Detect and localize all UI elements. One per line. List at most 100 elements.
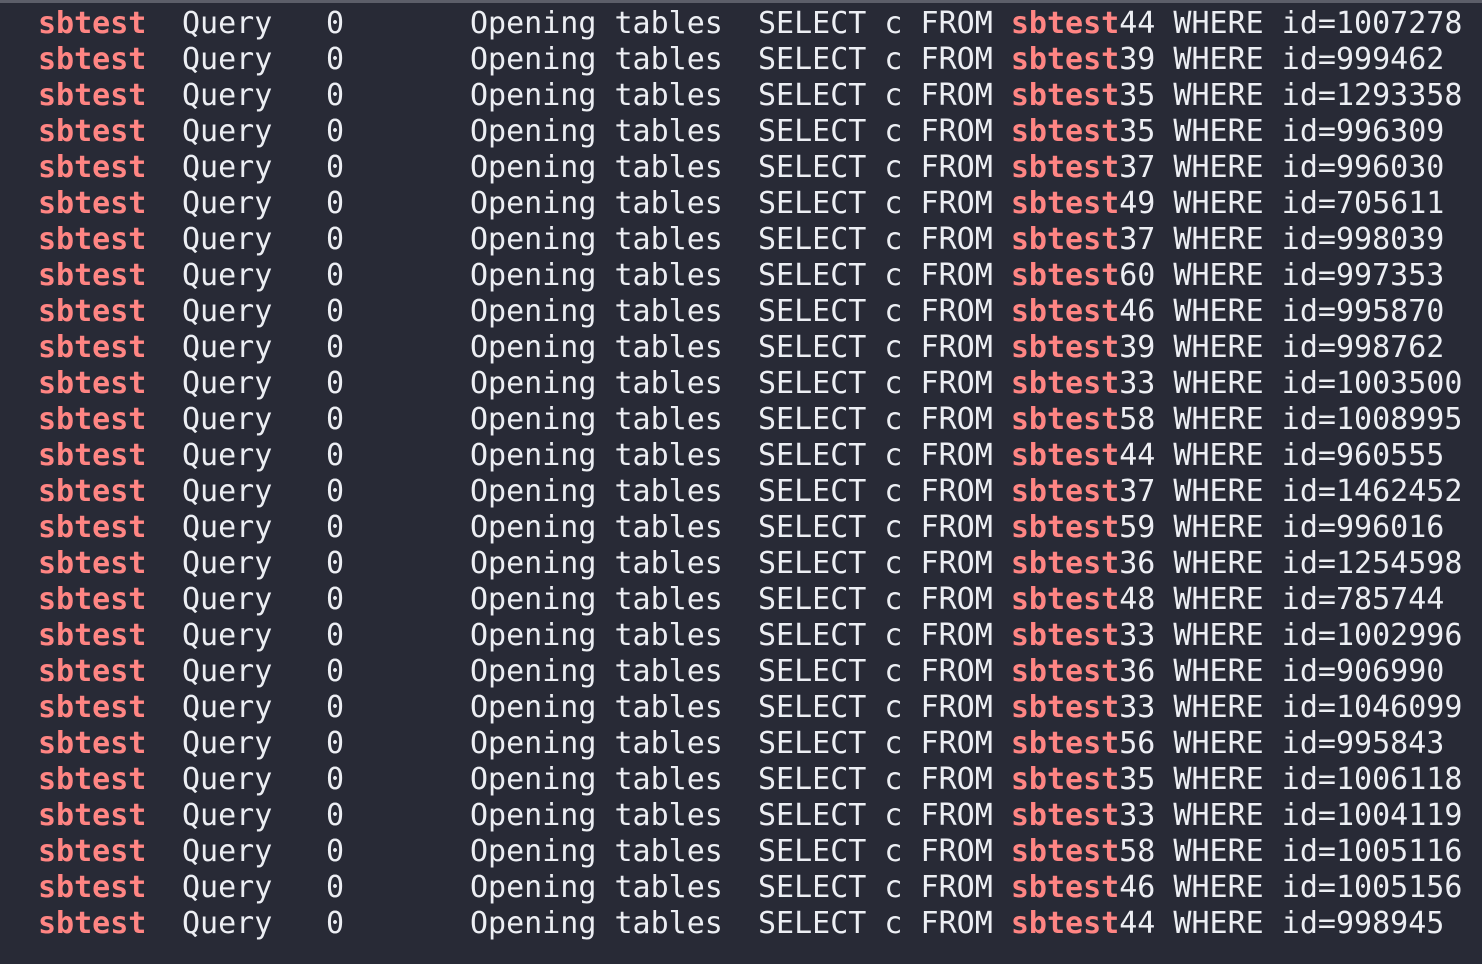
- process-row: sbtest Query 0 Opening tables SELECT c FROM …: [0, 510, 1482, 546]
- time-cell: 0: [326, 186, 345, 221]
- query-suffix: WHERE id=1005116: [1155, 834, 1463, 869]
- user-cell: sbtest: [38, 690, 147, 725]
- process-row: sbtest Query 0 Opening tables SELECT c FROM …: [0, 474, 1482, 510]
- time-cell: 0: [326, 438, 345, 473]
- process-row: sbtest Query 0 Opening tables SELECT c FROM …: [0, 654, 1482, 690]
- process-row: sbtest Query 0 Opening tables SELECT c FROM …: [0, 330, 1482, 366]
- user-cell: sbtest: [38, 726, 147, 761]
- user-cell: sbtest: [38, 78, 147, 113]
- query-info-cell: SELECT c FROM sbtest44 WHERE id=1007278: [758, 6, 1462, 42]
- query-suffix: WHERE id=1046099: [1155, 690, 1463, 725]
- process-row: sbtest Query 0 Opening tables SELECT c FROM …: [0, 762, 1482, 798]
- state-cell: Opening tables: [470, 42, 723, 77]
- table-number: 46: [1119, 294, 1156, 329]
- table-name-highlight: sbtest: [1010, 510, 1120, 545]
- process-row: sbtest Query 0 Opening tables SELECT c FROM …: [0, 834, 1482, 870]
- query-prefix: SELECT c FROM: [758, 258, 1011, 293]
- table-name-highlight: sbtest: [1010, 546, 1120, 581]
- table-number: 44: [1119, 6, 1156, 41]
- state-cell: Opening tables: [470, 618, 723, 653]
- table-number: 46: [1119, 870, 1156, 905]
- table-number: 49: [1119, 186, 1156, 221]
- table-name-highlight: sbtest: [1010, 834, 1120, 869]
- user-cell: sbtest: [38, 654, 147, 689]
- query-prefix: SELECT c FROM: [758, 78, 1011, 113]
- command-cell: Query: [182, 762, 273, 797]
- command-cell: Query: [182, 6, 273, 41]
- table-number: 33: [1119, 798, 1156, 833]
- terminal-output: sbtest Query 0 Opening tables SELECT c FROM …: [0, 3, 1482, 964]
- query-prefix: SELECT c FROM: [758, 330, 1011, 365]
- table-name-highlight: sbtest: [1010, 258, 1120, 293]
- table-name-highlight: sbtest: [1010, 366, 1120, 401]
- command-cell: Query: [182, 510, 273, 545]
- query-suffix: WHERE id=906990: [1155, 654, 1445, 689]
- query-suffix: WHERE id=1008995: [1155, 402, 1463, 437]
- time-cell: 0: [326, 618, 345, 653]
- user-cell: sbtest: [38, 222, 147, 257]
- command-cell: Query: [182, 474, 273, 509]
- process-row: sbtest Query 0 Opening tables SELECT c FROM …: [0, 726, 1482, 762]
- query-prefix: SELECT c FROM: [758, 870, 1011, 905]
- process-row: sbtest Query 0 Opening tables SELECT c FROM …: [0, 258, 1482, 294]
- query-suffix: WHERE id=996309: [1155, 114, 1445, 149]
- state-cell: Opening tables: [470, 6, 723, 41]
- table-name-highlight: sbtest: [1010, 726, 1120, 761]
- table-number: 35: [1119, 762, 1156, 797]
- table-number: 33: [1119, 618, 1156, 653]
- command-cell: Query: [182, 798, 273, 833]
- state-cell: Opening tables: [470, 510, 723, 545]
- table-name-highlight: sbtest: [1010, 294, 1120, 329]
- query-info-cell: SELECT c FROM sbtest37 WHERE id=996030: [758, 150, 1444, 186]
- command-cell: Query: [182, 42, 273, 77]
- command-cell: Query: [182, 618, 273, 653]
- command-cell: Query: [182, 114, 273, 149]
- table-number: 58: [1119, 402, 1156, 437]
- command-cell: Query: [182, 150, 273, 185]
- query-info-cell: SELECT c FROM sbtest60 WHERE id=997353: [758, 258, 1444, 294]
- table-name-highlight: sbtest: [1010, 78, 1120, 113]
- query-prefix: SELECT c FROM: [758, 150, 1011, 185]
- process-row: sbtest Query 0 Opening tables SELECT c FROM …: [0, 114, 1482, 150]
- state-cell: Opening tables: [470, 258, 723, 293]
- query-suffix: WHERE id=1004119: [1155, 798, 1463, 833]
- state-cell: Opening tables: [470, 438, 723, 473]
- process-row: sbtest Query 0 Opening tables SELECT c FROM …: [0, 78, 1482, 114]
- command-cell: Query: [182, 546, 273, 581]
- query-prefix: SELECT c FROM: [758, 690, 1011, 725]
- state-cell: Opening tables: [470, 402, 723, 437]
- user-cell: sbtest: [38, 618, 147, 653]
- command-cell: Query: [182, 402, 273, 437]
- query-suffix: WHERE id=1254598: [1155, 546, 1463, 581]
- user-cell: sbtest: [38, 546, 147, 581]
- query-suffix: WHERE id=960555: [1155, 438, 1445, 473]
- table-name-highlight: sbtest: [1010, 474, 1120, 509]
- command-cell: Query: [182, 186, 273, 221]
- table-name-highlight: sbtest: [1010, 438, 1120, 473]
- query-info-cell: SELECT c FROM sbtest33 WHERE id=1002996: [758, 618, 1462, 654]
- query-suffix: WHERE id=1003500: [1155, 366, 1463, 401]
- state-cell: Opening tables: [470, 582, 723, 617]
- command-cell: Query: [182, 222, 273, 257]
- time-cell: 0: [326, 150, 345, 185]
- command-cell: Query: [182, 366, 273, 401]
- process-row: sbtest Query 0 Opening tables SELECT c FROM …: [0, 294, 1482, 330]
- query-prefix: SELECT c FROM: [758, 798, 1011, 833]
- query-prefix: SELECT c FROM: [758, 222, 1011, 257]
- command-cell: Query: [182, 78, 273, 113]
- query-prefix: SELECT c FROM: [758, 762, 1011, 797]
- table-name-highlight: sbtest: [1010, 582, 1120, 617]
- state-cell: Opening tables: [470, 150, 723, 185]
- time-cell: 0: [326, 690, 345, 725]
- table-number: 60: [1119, 258, 1156, 293]
- query-suffix: WHERE id=1293358: [1155, 78, 1463, 113]
- table-number: 36: [1119, 654, 1156, 689]
- table-number: 33: [1119, 366, 1156, 401]
- time-cell: 0: [326, 366, 345, 401]
- process-row: sbtest Query 0 Opening tables SELECT c FROM …: [0, 438, 1482, 474]
- process-row: sbtest Query 0 Opening tables SELECT c FROM …: [0, 6, 1482, 42]
- table-number: 33: [1119, 690, 1156, 725]
- time-cell: 0: [326, 474, 345, 509]
- query-suffix: WHERE id=705611: [1155, 186, 1445, 221]
- query-info-cell: SELECT c FROM sbtest33 WHERE id=1046099: [758, 690, 1462, 726]
